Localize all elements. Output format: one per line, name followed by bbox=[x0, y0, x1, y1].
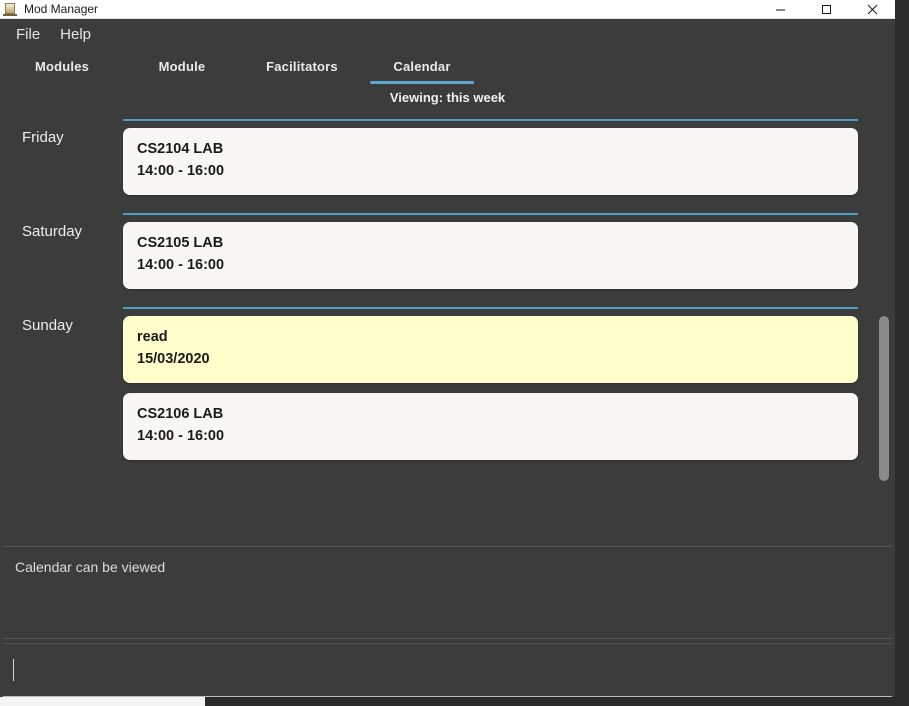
calendar-days: Friday CS2104 LAB 14:00 - 16:00 Saturday CS2… bbox=[0, 111, 895, 470]
calendar-day-events: CS2104 LAB 14:00 - 16:00 bbox=[123, 119, 895, 205]
tab-modules[interactable]: Modules bbox=[2, 49, 122, 84]
tab-facilitators[interactable]: Facilitators bbox=[242, 49, 362, 84]
calendar-panel: Friday CS2104 LAB 14:00 - 16:00 Saturday CS2… bbox=[0, 111, 895, 545]
right-gutter bbox=[895, 0, 909, 697]
tab-module-underline bbox=[130, 81, 234, 84]
command-input[interactable] bbox=[13, 656, 882, 684]
calendar-event-title: read bbox=[137, 328, 168, 345]
tab-modules-underline bbox=[10, 81, 114, 84]
calendar-event-subtitle: 14:00 - 16:00 bbox=[137, 257, 225, 274]
calendar-day-label: Sunday bbox=[22, 316, 73, 334]
tab-calendar-underline bbox=[370, 81, 474, 84]
calendar-day: Saturday CS2105 LAB 14:00 - 16:00 bbox=[0, 205, 895, 299]
title-bar: Mod Manager bbox=[0, 0, 895, 19]
command-input-panel[interactable] bbox=[3, 643, 892, 697]
tab-module-label: Module bbox=[158, 59, 206, 74]
calendar-day-events: read 15/03/2020 CS2106 LAB 14:00 - 16:00 bbox=[123, 306, 895, 470]
tab-module[interactable]: Module bbox=[122, 49, 242, 84]
calendar-day-divider bbox=[123, 306, 858, 309]
calendar-event-title: CS2104 LAB bbox=[137, 141, 224, 157]
bottom-strip-highlight bbox=[0, 697, 205, 706]
scrollbar-thumb[interactable] bbox=[879, 316, 889, 481]
calendar-scroll-area[interactable]: Friday CS2104 LAB 14:00 - 16:00 Saturday CS2… bbox=[0, 111, 895, 545]
calendar-day: Sunday read 15/03/2020 CS2106 LAB 14:00 - 16… bbox=[0, 299, 895, 470]
tab-modules-label: Modules bbox=[34, 59, 90, 74]
result-display-panel: Calendar can be viewed bbox=[3, 546, 892, 639]
calendar-event-title: CS2106 LAB bbox=[137, 405, 224, 422]
maximize-icon[interactable] bbox=[803, 0, 849, 19]
tab-bar: Modules Module Facilitators Calendar bbox=[0, 49, 895, 84]
calendar-day-label: Friday bbox=[22, 129, 64, 146]
tab-calendar-label: Calendar bbox=[393, 59, 451, 74]
mod-manager-window: Mod Manager File Help Modules Module Fac… bbox=[0, 0, 895, 697]
tab-facilitators-label: Facilitators bbox=[266, 59, 338, 74]
calendar-event-subtitle: 15/03/2020 bbox=[137, 351, 210, 368]
viewing-row: Viewing: this week bbox=[0, 84, 895, 111]
window-title: Mod Manager bbox=[24, 2, 99, 16]
screen-root: Mod Manager File Help Modules Module Fac… bbox=[0, 0, 909, 706]
result-message: Calendar can be viewed bbox=[15, 559, 166, 575]
calendar-day: Friday CS2104 LAB 14:00 - 16:00 bbox=[0, 111, 895, 205]
menu-bar: File Help bbox=[0, 19, 895, 49]
bottom-strip bbox=[0, 697, 909, 706]
calendar-event-subtitle: 14:00 - 16:00 bbox=[137, 428, 225, 445]
menu-item-help[interactable]: Help bbox=[50, 24, 101, 45]
calendar-event-card[interactable]: read 15/03/2020 bbox=[123, 315, 858, 383]
viewing-label: Viewing: this week bbox=[389, 90, 506, 105]
tab-calendar[interactable]: Calendar bbox=[362, 49, 482, 84]
window-controls bbox=[757, 0, 895, 19]
text-caret bbox=[13, 659, 14, 681]
calendar-event-card[interactable]: CS2106 LAB 14:00 - 16:00 bbox=[123, 392, 858, 460]
close-icon[interactable] bbox=[849, 0, 895, 19]
menu-item-file[interactable]: File bbox=[6, 24, 50, 45]
calendar-scrollbar[interactable] bbox=[878, 111, 890, 543]
calendar-event-card[interactable]: CS2105 LAB 14:00 - 16:00 bbox=[123, 221, 858, 289]
calendar-event-subtitle: 14:00 - 16:00 bbox=[137, 163, 225, 180]
tab-facilitators-underline bbox=[250, 81, 354, 84]
calendar-event-card[interactable]: CS2104 LAB 14:00 - 16:00 bbox=[123, 128, 858, 195]
app-icon bbox=[3, 2, 17, 16]
calendar-day-divider bbox=[123, 119, 858, 121]
calendar-event-title: CS2105 LAB bbox=[137, 234, 224, 251]
calendar-day-label: Saturday bbox=[22, 222, 83, 240]
calendar-day-events: CS2105 LAB 14:00 - 16:00 bbox=[123, 212, 895, 299]
calendar-day-divider bbox=[123, 212, 858, 215]
minimize-icon[interactable] bbox=[757, 0, 803, 19]
